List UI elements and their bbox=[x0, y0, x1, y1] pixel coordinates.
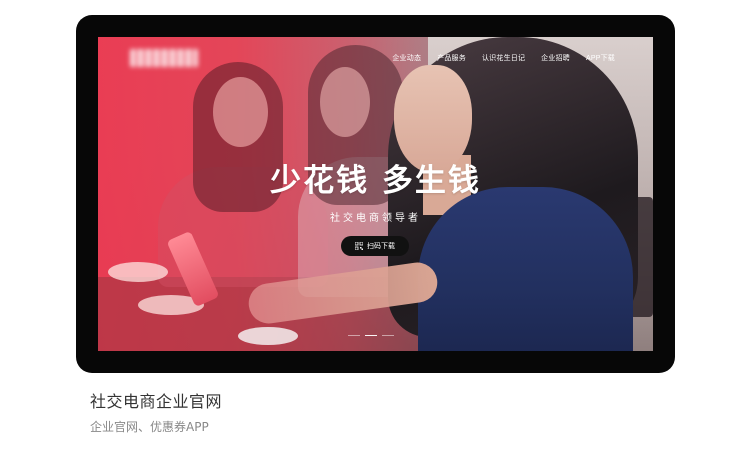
background-person bbox=[320, 67, 370, 137]
project-title: 社交电商企业官网 bbox=[90, 392, 223, 411]
background-plate bbox=[108, 262, 168, 282]
project-subtitle: 企业官网、优惠券APP bbox=[90, 420, 209, 434]
site-logo[interactable] bbox=[130, 49, 198, 67]
carousel-indicators bbox=[348, 335, 394, 336]
background-cup bbox=[238, 327, 298, 345]
carousel-dot[interactable] bbox=[348, 335, 360, 336]
background-person bbox=[213, 77, 268, 147]
carousel-dot[interactable] bbox=[365, 335, 377, 336]
nav-item-about[interactable]: 认识花生日记 bbox=[482, 53, 525, 63]
hero-title: 少花钱 多生钱 bbox=[270, 163, 481, 199]
top-nav: 企业动态 产品服务 认识花生日记 企业招聘 APP下载 bbox=[392, 53, 615, 63]
qr-code-icon bbox=[355, 242, 363, 250]
nav-item-news[interactable]: 企业动态 bbox=[392, 53, 421, 63]
carousel-dot[interactable] bbox=[382, 335, 394, 336]
scan-download-label: 扫码下载 bbox=[367, 242, 395, 250]
hero-subtitle: 社交电商领导者 bbox=[330, 213, 421, 224]
scan-download-button[interactable]: 扫码下载 bbox=[341, 236, 409, 256]
website-screen: 企业动态 产品服务 认识花生日记 企业招聘 APP下载 少花钱 多生钱 社交电商… bbox=[98, 37, 653, 351]
nav-item-products[interactable]: 产品服务 bbox=[437, 53, 466, 63]
nav-item-careers[interactable]: 企业招聘 bbox=[541, 53, 570, 63]
device-frame: 企业动态 产品服务 认识花生日记 企业招聘 APP下载 少花钱 多生钱 社交电商… bbox=[76, 15, 675, 373]
nav-item-app-download[interactable]: APP下载 bbox=[586, 53, 615, 63]
